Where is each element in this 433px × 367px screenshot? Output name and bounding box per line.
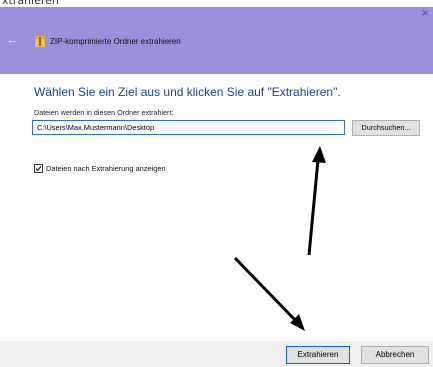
annotation-arrows: [233, 146, 326, 331]
arrow-up-icon: [307, 146, 326, 256]
arrow-down-right-icon: [233, 256, 305, 331]
